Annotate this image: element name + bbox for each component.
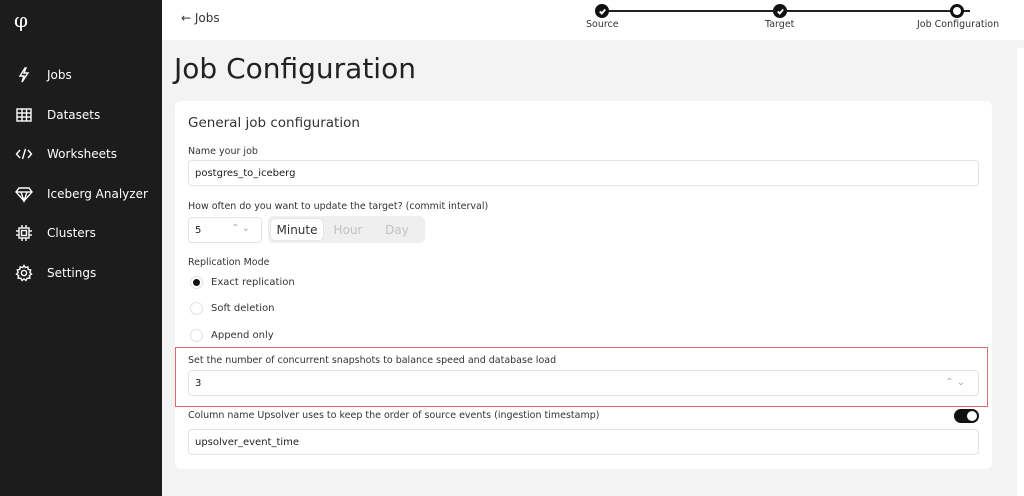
concurrent-snapshots-label: Set the number of concurrent snapshots t…: [188, 355, 557, 366]
sidebar-item-label: Worksheets: [47, 147, 117, 161]
concurrent-snapshots-value: 3: [195, 377, 202, 389]
step-job-configuration-current[interactable]: [950, 4, 964, 18]
replication-option-label: Append only: [211, 329, 274, 341]
radio-unselected-icon[interactable]: [190, 328, 203, 342]
step-source-complete[interactable]: [595, 4, 609, 18]
interval-unit-minute[interactable]: Minute: [271, 219, 323, 240]
commit-interval-value: 5: [195, 224, 202, 236]
replication-option-label: Exact replication: [211, 276, 295, 288]
chevron-up-down-icon[interactable]: ⌃⌄: [945, 377, 968, 388]
app-logo[interactable]: φ: [14, 8, 28, 32]
page-title: Job Configuration: [174, 52, 416, 85]
step-job-configuration-label: Job Configuration: [917, 19, 1000, 30]
step-target-complete[interactable]: [773, 4, 787, 18]
job-name-value: postgres_to_iceberg: [195, 167, 296, 179]
check-icon: [776, 8, 784, 15]
sidebar: φ Jobs Datasets Worksheets Iceberg Analy…: [0, 0, 162, 496]
gear-icon: [14, 263, 34, 283]
replication-option-exact[interactable]: Exact replication: [190, 274, 295, 290]
stepper-arrows-icon[interactable]: ⌃⌄: [231, 223, 252, 234]
sidebar-item-label: Jobs: [47, 68, 72, 82]
sidebar-item-jobs[interactable]: Jobs: [0, 60, 162, 90]
code-icon: [14, 144, 34, 164]
section-title: General job configuration: [188, 115, 360, 131]
top-bar: ← Jobs Source Target Job Configuration: [162, 0, 1024, 40]
replication-option-append-only[interactable]: Append only: [190, 327, 274, 343]
sidebar-item-settings[interactable]: Settings: [0, 258, 162, 288]
bolt-icon: [14, 65, 34, 85]
right-panel-edge: [1017, 48, 1024, 496]
interval-unit-segmented-control: Minute Hour Day: [268, 216, 425, 243]
step-source-label: Source: [586, 19, 619, 30]
chip-icon: [14, 223, 34, 243]
sidebar-item-iceberg-analyzer[interactable]: Iceberg Analyzer: [0, 179, 162, 209]
toggle-knob: [967, 411, 977, 421]
table-icon: [14, 105, 34, 125]
event-time-column-label: Column name Upsolver uses to keep the or…: [188, 410, 600, 421]
stepper-line: [608, 10, 970, 12]
event-time-column-toggle[interactable]: [954, 409, 979, 423]
gem-icon: [14, 184, 34, 204]
replication-option-soft-deletion[interactable]: Soft deletion: [190, 300, 275, 316]
sidebar-item-label: Settings: [47, 266, 97, 280]
commit-interval-stepper[interactable]: 5 ⌃⌄: [188, 217, 262, 243]
sidebar-item-label: Iceberg Analyzer: [47, 187, 148, 201]
concurrent-snapshots-select[interactable]: 3 ⌃⌄: [188, 370, 979, 396]
replication-option-label: Soft deletion: [211, 302, 275, 314]
step-target-label: Target: [765, 19, 795, 30]
job-name-input[interactable]: postgres_to_iceberg: [188, 160, 979, 186]
sidebar-item-label: Clusters: [47, 226, 96, 240]
sidebar-item-label: Datasets: [47, 108, 101, 122]
interval-unit-hour[interactable]: Hour: [326, 219, 370, 240]
job-name-label: Name your job: [188, 146, 258, 157]
sidebar-item-clusters[interactable]: Clusters: [0, 218, 162, 248]
back-to-jobs-link[interactable]: ← Jobs: [181, 11, 220, 25]
radio-unselected-icon[interactable]: [190, 301, 203, 315]
check-icon: [598, 8, 606, 15]
sidebar-item-datasets[interactable]: Datasets: [0, 100, 162, 130]
sidebar-item-worksheets[interactable]: Worksheets: [0, 139, 162, 169]
replication-mode-label: Replication Mode: [188, 257, 270, 268]
event-time-column-input[interactable]: upsolver_event_time: [188, 429, 979, 455]
radio-selected-icon[interactable]: [190, 275, 203, 289]
interval-unit-day[interactable]: Day: [374, 219, 420, 240]
event-time-column-value: upsolver_event_time: [195, 436, 300, 448]
commit-interval-label: How often do you want to update the targ…: [188, 201, 489, 212]
